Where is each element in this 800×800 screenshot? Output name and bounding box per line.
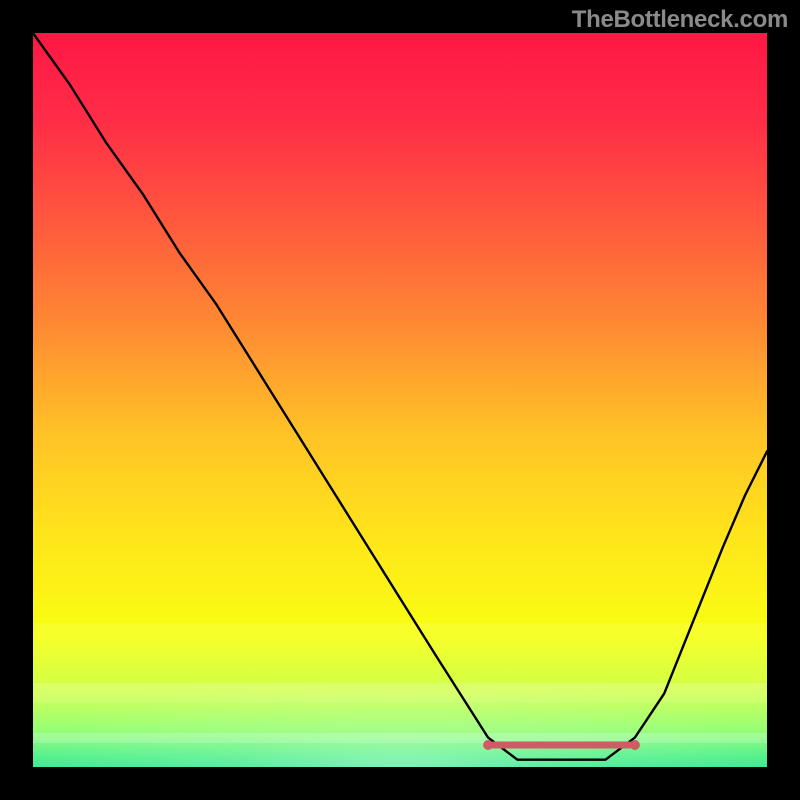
- glow-radial: [33, 593, 767, 767]
- figure-frame: TheBottleneck.com: [0, 0, 800, 800]
- chart-svg: [33, 33, 767, 767]
- bottleneck-chart: [33, 33, 767, 767]
- watermark-text: TheBottleneck.com: [572, 6, 788, 34]
